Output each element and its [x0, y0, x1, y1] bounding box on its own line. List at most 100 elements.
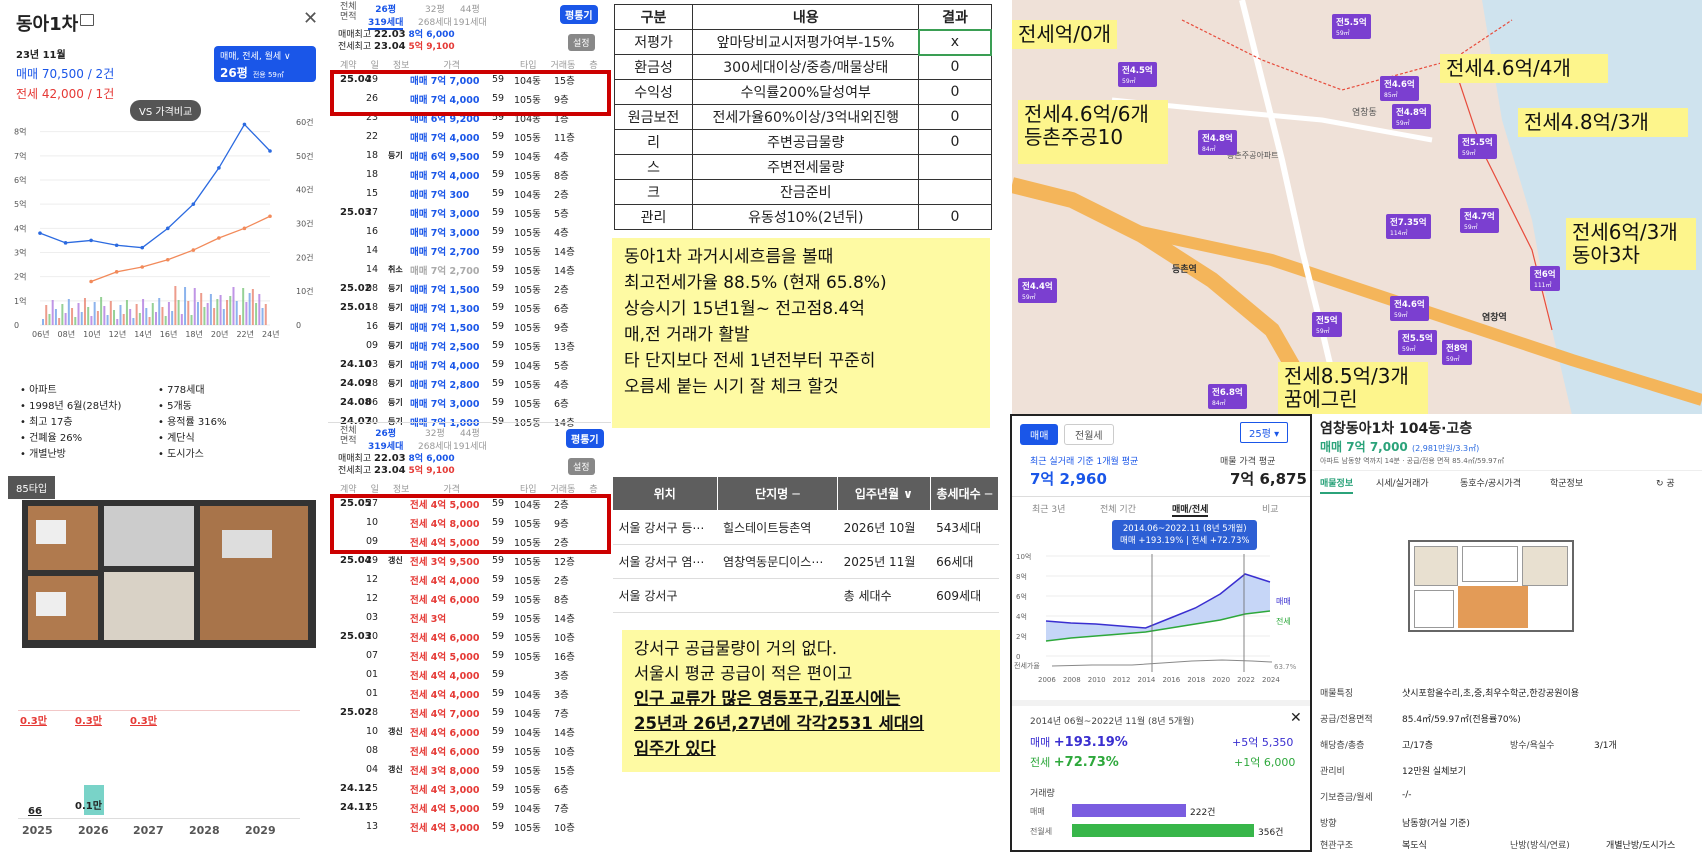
transaction-row[interactable]: 25.02 08 등기 매매 7억 1,500 59 105동 2층 — [328, 279, 611, 298]
row-day: 08 — [366, 283, 379, 294]
transaction-row[interactable]: 10 갱신 전세 4억 6,000 59 104동 14층 — [328, 722, 611, 741]
price-pin[interactable]: 전7.35억 114㎡ — [1386, 214, 1431, 239]
row-day: 03 — [366, 359, 379, 370]
tab-32[interactable]: 32평 268세대 — [418, 2, 452, 28]
transaction-row[interactable]: 16 등기 매매 7억 1,500 59 105동 9층 — [328, 317, 611, 336]
row-price: 매매 7억 2,700 — [410, 265, 480, 277]
floor-plan-type-tag[interactable]: 85타입 — [8, 476, 56, 499]
map-icon[interactable] — [80, 14, 94, 26]
price-pin[interactable]: 전5.5억 59㎡ — [1332, 14, 1371, 39]
transaction-row[interactable]: 01 전세 4억 4,000 59 3층 — [328, 665, 611, 684]
map-panel[interactable]: 등촌역 염창역 등촌주공아파트 염창동 전5.5억 59㎡ 전4.5억 59㎡ 전4… — [1012, 0, 1702, 415]
supply-header[interactable]: 입주년월 ∨ — [837, 476, 931, 511]
price-pin[interactable]: 전4.4억 59㎡ — [1018, 278, 1057, 303]
transaction-row[interactable]: 12 전세 4억 4,000 59 105동 2층 — [328, 570, 611, 589]
range-tab[interactable]: 전체 기간 — [1100, 502, 1136, 515]
row-date: 25.03 — [340, 631, 372, 642]
transaction-row[interactable]: 14 매매 7억 2,700 59 105동 14층 — [328, 241, 611, 260]
transaction-row[interactable]: 04 갱신 전세 3억 8,000 59 105동 15층 — [328, 760, 611, 779]
volume-bar — [138, 313, 141, 325]
row-size: 59 — [492, 302, 505, 313]
close-icon[interactable]: ✕ — [1290, 710, 1302, 726]
transaction-row[interactable]: 25.03 27 매매 7억 3,000 59 105동 5층 — [328, 203, 611, 222]
price-pin[interactable]: 전5억 59㎡ — [1312, 312, 1342, 337]
tab-price[interactable]: 시세/실거래가 — [1376, 476, 1429, 489]
row-size: 59 — [492, 226, 505, 237]
transaction-row[interactable]: 15 매매 7억 300 59 104동 2층 — [328, 184, 611, 203]
tab-sale[interactable]: 매매 — [1020, 424, 1059, 445]
size-sub: 전용 59㎡ — [252, 71, 284, 79]
row-price: 매매 7억 3,000 — [410, 208, 480, 220]
price-pin[interactable]: 전6억 111㎡ — [1530, 266, 1560, 291]
price-pin[interactable]: 전5.5억 59㎡ — [1458, 134, 1497, 159]
volume-bar — [135, 304, 138, 325]
tab-44[interactable]: 44평 191세대 — [453, 426, 487, 452]
tab-school[interactable]: 학군정보 — [1550, 476, 1583, 489]
transaction-row[interactable]: 12 전세 4억 6,000 59 105동 8층 — [328, 589, 611, 608]
row-size: 59 — [492, 821, 505, 832]
pyeong-toggle-button[interactable]: 평통기 — [566, 429, 604, 448]
transaction-row[interactable]: 25.02 28 전세 4억 7,000 59 104동 7층 — [328, 703, 611, 722]
transaction-row[interactable]: 08 전세 4억 6,000 59 105동 10층 — [328, 741, 611, 760]
transaction-row[interactable]: 01 전세 4억 4,000 59 104동 3층 — [328, 684, 611, 703]
tab-32[interactable]: 32평 268세대 — [418, 426, 452, 452]
close-icon[interactable]: ✕ — [303, 8, 318, 29]
price-pin[interactable]: 전4.8억 84㎡ — [1198, 130, 1237, 155]
transaction-row[interactable]: 25.03 20 전세 4억 6,000 59 105동 10층 — [328, 627, 611, 646]
range-tab[interactable]: 매매/전세 — [1172, 502, 1209, 517]
row-day: 28 — [366, 707, 379, 718]
detail-key: 공급/전용면적 — [1320, 715, 1373, 725]
y-tick-label: 4억 — [14, 223, 26, 233]
tab-26[interactable]: 26평 319세대 — [368, 2, 404, 30]
tab-unit[interactable]: 동호수/공시가격 — [1460, 476, 1521, 489]
tab-26[interactable]: 26평 319세대 — [368, 426, 403, 452]
sale-point — [217, 166, 221, 170]
transaction-row[interactable]: 24.11 25 전세 4억 5,000 59 104동 7층 — [328, 798, 611, 817]
transaction-row[interactable]: 18 등기 매매 6억 9,500 59 104동 4층 — [328, 146, 611, 165]
price-pin[interactable]: 전4.5억 59㎡ — [1118, 62, 1157, 87]
price-pin[interactable]: 전8억 59㎡ — [1442, 340, 1472, 365]
settings-button[interactable]: 설정 — [568, 458, 595, 475]
size-select[interactable]: 25평 ▾ — [1240, 422, 1289, 443]
tab-listing-info[interactable]: 매물정보 — [1320, 476, 1354, 494]
listing-price: 매매 7억 7,000 (2,981만원/3.3㎡) — [1320, 440, 1480, 454]
share-button[interactable]: ↻ 공 — [1656, 476, 1675, 489]
place-label: 염창동 — [1352, 108, 1377, 118]
transaction-row[interactable]: 25.01 18 등기 매매 7억 1,300 59 105동 6층 — [328, 298, 611, 317]
map-annotation: 전세6억/3개 동아3차 — [1566, 218, 1696, 270]
price-pin[interactable]: 전5.5억 59㎡ — [1398, 330, 1437, 355]
price-pin[interactable]: 전6.8억 84㎡ — [1208, 384, 1247, 409]
analysis-panel: 구분 내용 결과 저평가 앞마당비교시저평가여부-15% x 환금성 300세대이상/… — [612, 0, 1012, 852]
transaction-row[interactable]: 24.12 15 전세 4억 3,000 59 105동 6층 — [328, 779, 611, 798]
info-list-left: • 아파트 • 1998년 6월(28년차) • 최고 17층 • 건폐율 26… — [20, 383, 121, 463]
tab-rent[interactable]: 전월세 — [1064, 424, 1114, 445]
price-pin[interactable]: 전4.6억 85㎡ — [1380, 76, 1419, 101]
transaction-row[interactable]: 18 매매 7억 4,000 59 105동 8층 — [328, 165, 611, 184]
supply-header[interactable]: 단지명 ─ — [716, 476, 839, 511]
transaction-row[interactable]: 24.08 06 등기 매매 7억 3,000 59 105동 6층 — [328, 393, 611, 412]
range-tab[interactable]: 최근 3년 — [1032, 502, 1065, 515]
transaction-row[interactable]: 24.10 03 등기 매매 7억 4,000 59 104동 5층 — [328, 355, 611, 374]
volume-bar — [180, 314, 183, 325]
pyeong-toggle-button[interactable]: 평통기 — [560, 5, 598, 24]
price-pin[interactable]: 전4.7억 59㎡ — [1460, 208, 1499, 233]
transaction-row[interactable]: 07 전세 4억 5,000 59 105동 16층 — [328, 646, 611, 665]
range-tab[interactable]: 비교 — [1262, 502, 1279, 515]
tab-44[interactable]: 44평 191세대 — [453, 2, 487, 28]
settings-button[interactable]: 설정 — [568, 34, 595, 51]
row-price: 매매 6억 9,500 — [410, 151, 480, 163]
supply-header[interactable]: 총세대수 ─ — [929, 476, 1000, 511]
transaction-row[interactable]: 14 취소 매매 7억 2,700 59 105동 14층 — [328, 260, 611, 279]
transaction-row[interactable]: 09 등기 매매 7억 2,500 59 105동 13층 — [328, 336, 611, 355]
price-pin[interactable]: 전4.8억 59㎡ — [1392, 104, 1431, 129]
transaction-row[interactable]: 16 매매 7억 3,000 59 105동 4층 — [328, 222, 611, 241]
transaction-row[interactable]: 24.09 28 등기 매매 7억 2,800 59 105동 4층 — [328, 374, 611, 393]
supply-header[interactable]: 위치 — [612, 476, 718, 511]
price-pin[interactable]: 전4.6억 59㎡ — [1390, 296, 1429, 321]
transaction-row[interactable]: 13 전세 4억 3,000 59 105동 10층 — [328, 817, 611, 836]
transaction-row[interactable]: 22 매매 7억 4,000 59 105동 11층 — [328, 127, 611, 146]
row-size: 59 — [492, 783, 505, 794]
transaction-row[interactable]: 03 전세 3억 59 105동 14층 — [328, 608, 611, 627]
supply-value-2026: 0.1만 — [75, 801, 102, 812]
trade-type-select[interactable]: 매매, 전세, 월세 ∨ 26평 전용 59㎡ — [214, 46, 316, 82]
